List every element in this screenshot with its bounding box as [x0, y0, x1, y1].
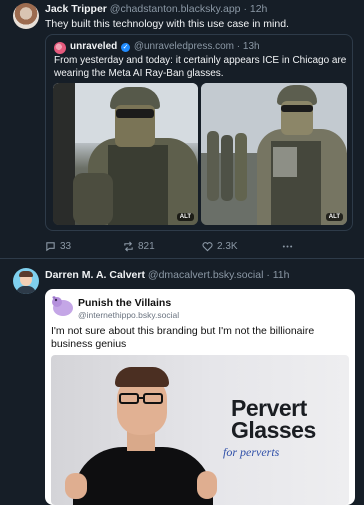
- avatar[interactable]: [13, 3, 39, 29]
- author-handle[interactable]: @chadstanton.blacksky.app: [110, 3, 241, 15]
- quote-time: 13h: [242, 41, 260, 52]
- quote-author-name: unraveled: [70, 41, 118, 52]
- quote-text: From yesterday and today: it certainly a…: [54, 55, 347, 79]
- post-actions: 33 821 2.3K: [45, 241, 345, 255]
- embed-author-name: Punish the Villains: [78, 297, 172, 309]
- post-time[interactable]: 12h: [250, 3, 268, 15]
- separator-dot: ·: [236, 41, 241, 52]
- verified-check-icon: ✓: [121, 43, 131, 52]
- embed-author-handle: @internethippo.bsky.social: [78, 310, 180, 320]
- reply-icon: [46, 242, 55, 252]
- hippo-avatar-icon: [52, 296, 73, 316]
- embedded-screenshot[interactable]: Punish the Villains @internethippo.bsky.…: [45, 289, 355, 505]
- embed-photo: Pervert Glasses for perverts: [51, 355, 349, 505]
- separator-dot: ·: [243, 3, 247, 15]
- quote-author-handle: @unraveledpress.com: [133, 41, 235, 52]
- photo-agent-right[interactable]: ALT: [201, 83, 347, 225]
- alt-badge[interactable]: ALT: [176, 213, 194, 221]
- quote-post[interactable]: unraveled ✓ @unraveledpress.com · 13h Fr…: [45, 34, 353, 231]
- repost-icon: [124, 241, 133, 252]
- reply-button[interactable]: 33: [45, 241, 71, 252]
- avatar[interactable]: [13, 268, 39, 294]
- heart-icon: [202, 242, 213, 252]
- slide-title-line1: Pervert: [231, 395, 307, 421]
- post-header: Jack Tripper @chadstanton.blacksky.app ·…: [45, 3, 267, 15]
- more-options-button[interactable]: [282, 241, 293, 252]
- quote-header: unraveled ✓ @unraveledpress.com · 13h: [70, 41, 260, 52]
- post-jack-tripper[interactable]: Jack Tripper @chadstanton.blacksky.app ·…: [0, 0, 364, 258]
- reply-count: 33: [60, 241, 72, 252]
- more-dots-icon: [282, 245, 293, 248]
- repost-button[interactable]: 821: [123, 241, 155, 252]
- post-darren-calvert[interactable]: Darren M. A. Calvert @dmacalvert.bsky.so…: [0, 259, 364, 505]
- separator-dot: ·: [266, 269, 270, 281]
- slide-title-line2: Glasses: [231, 417, 316, 443]
- slide-subtitle: for perverts: [223, 445, 280, 459]
- author-name[interactable]: Darren M. A. Calvert: [45, 269, 145, 281]
- quote-avatar: [54, 42, 66, 54]
- like-button[interactable]: 2.3K: [202, 241, 238, 252]
- slide-title: Pervert Glasses: [231, 395, 316, 443]
- like-count: 2.3K: [217, 241, 238, 252]
- alt-badge[interactable]: ALT: [325, 213, 343, 221]
- embed-text: I'm not sure about this branding but I'm…: [51, 325, 315, 350]
- author-handle[interactable]: @dmacalvert.bsky.social: [148, 269, 264, 281]
- photo-agent-left[interactable]: ALT: [53, 83, 198, 225]
- post-time[interactable]: 11h: [273, 269, 290, 281]
- author-name[interactable]: Jack Tripper: [45, 3, 107, 15]
- post-header: Darren M. A. Calvert @dmacalvert.bsky.so…: [45, 269, 290, 281]
- repost-count: 821: [138, 241, 155, 252]
- post-text: They built this technology with this use…: [45, 18, 289, 30]
